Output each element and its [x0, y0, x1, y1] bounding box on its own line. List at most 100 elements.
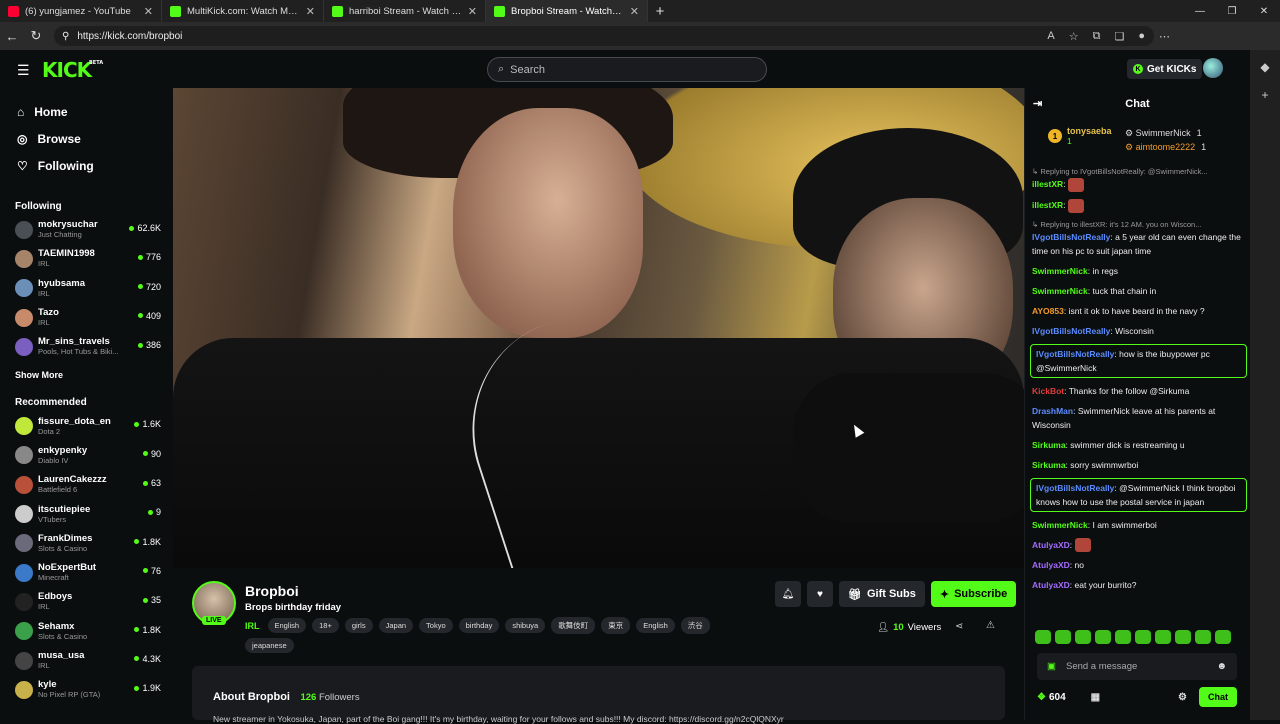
stream-tag[interactable]: 渋谷 — [680, 617, 710, 634]
chat-username[interactable]: Sirkuma — [1032, 460, 1066, 470]
nav-browse[interactable]: ◎ Browse — [0, 125, 173, 152]
read-aloud-icon[interactable]: A — [1047, 30, 1054, 43]
chat-username[interactable]: Sirkuma — [1032, 440, 1066, 450]
chat-username[interactable]: KickBot — [1032, 386, 1064, 396]
sidebar-channel[interactable]: Sehamx Slots & Casino 1.8K — [0, 617, 173, 646]
show-more-button[interactable]: Show More — [0, 365, 173, 385]
close-tab-icon[interactable]: ✕ — [630, 5, 639, 18]
gifter-name[interactable]: SwimmerNick — [1136, 128, 1191, 138]
chat-username[interactable]: SwimmerNick — [1032, 286, 1088, 296]
gift-icon[interactable]: ▦ — [1091, 692, 1100, 703]
collections-icon[interactable]: ❏ — [1114, 30, 1124, 43]
browser-tab-multikick[interactable]: MultiKick.com: Watch Multiple Str... ✕ — [162, 0, 324, 22]
emote-icon[interactable] — [1095, 630, 1111, 644]
browser-tab-bropboi[interactable]: Bropboi Stream - Watch Live... ✕ — [486, 0, 648, 22]
chat-username[interactable]: AYO853 — [1032, 306, 1064, 316]
kick-logo[interactable]: KICK BETA — [42, 58, 103, 82]
chat-settings-gear-icon[interactable]: ⚙ — [1178, 692, 1187, 703]
browser-tab-youtube[interactable]: (6) yungjamez - YouTube ✕ — [0, 0, 162, 22]
sidebar-channel[interactable]: NoExpertBut Minecraft 76 — [0, 558, 173, 587]
send-chat-button[interactable]: Chat — [1199, 687, 1237, 707]
sidebar-channel[interactable]: musa_usa IRL 4.3K — [0, 646, 173, 675]
sidebar-channel[interactable]: LaurenCakezzz Battlefield 6 63 — [0, 470, 173, 499]
emote-icon[interactable] — [1035, 630, 1051, 644]
maximize-icon[interactable]: ❐ — [1216, 0, 1248, 22]
chat-username[interactable]: IVgotBillsNotReally — [1036, 349, 1114, 359]
hamburger-menu-icon[interactable]: ☰ — [17, 62, 31, 79]
stream-tag[interactable]: English — [636, 618, 675, 633]
reload-icon[interactable]: ↻ — [24, 28, 48, 44]
chat-username[interactable]: AtulyaXD — [1032, 540, 1070, 550]
minimize-icon[interactable]: — — [1184, 0, 1216, 22]
stream-tag[interactable]: Tokyo — [419, 618, 453, 633]
collapse-chat-icon[interactable]: ⇥ — [1033, 97, 1042, 110]
stream-tag[interactable]: jeapanese — [245, 638, 294, 653]
chat-username[interactable]: DrashMan — [1032, 406, 1073, 416]
emote-icon[interactable] — [1155, 630, 1171, 644]
chat-input[interactable]: ▣ Send a message ☻ — [1037, 653, 1237, 680]
follow-heart-icon[interactable]: ♥ — [807, 581, 833, 607]
emote-icon[interactable] — [1175, 630, 1191, 644]
close-tab-icon[interactable]: ✕ — [144, 5, 153, 18]
notification-bell-icon[interactable]: 🔔︎ — [775, 581, 801, 607]
chat-username[interactable]: IVgotBillsNotReally — [1032, 326, 1110, 336]
sidebar-channel[interactable]: mokrysuchar Just Chatting 62.6K — [0, 215, 173, 244]
chat-username[interactable]: AtulyaXD — [1032, 560, 1070, 570]
chat-username[interactable]: IVgotBillsNotReally — [1032, 232, 1110, 242]
chat-username[interactable]: AtulyaXD — [1032, 580, 1070, 590]
stream-tag[interactable]: girls — [344, 618, 373, 633]
chat-username[interactable]: IVgotBillsNotReally — [1036, 483, 1114, 493]
emote-icon[interactable] — [1055, 630, 1071, 644]
user-avatar[interactable] — [1203, 58, 1223, 78]
report-icon[interactable]: ⚠ — [986, 620, 995, 631]
url-field[interactable]: ⚲ https://kick.com/bropboi A ☆ ⧉ ❏ ● ⋯ — [54, 26, 1170, 46]
back-icon[interactable]: ← — [0, 29, 24, 44]
close-tab-icon[interactable]: ✕ — [468, 5, 477, 18]
gifter-name[interactable]: aimtoome2222 — [1136, 142, 1196, 152]
stream-tag[interactable]: 東京 — [601, 617, 631, 634]
emote-icon[interactable] — [1115, 630, 1131, 644]
channel-name[interactable]: Bropboi — [245, 583, 299, 599]
site-info-icon[interactable]: ⚲ — [62, 31, 69, 42]
extensions-icon[interactable]: ⧉ — [1093, 30, 1101, 43]
chat-username[interactable]: illestXR — [1032, 200, 1063, 210]
sidebar-channel[interactable]: itscutiepiee VTubers 9 — [0, 499, 173, 528]
favorite-star-icon[interactable]: ☆ — [1069, 30, 1079, 43]
search-input[interactable]: ⌕ Search — [487, 57, 767, 82]
sidebar-channel[interactable]: fissure_dota_en Dota 2 1.6K — [0, 411, 173, 440]
nav-following[interactable]: ♡ Following — [0, 152, 173, 179]
stream-tag[interactable]: birthday — [458, 618, 500, 633]
new-tab-button[interactable]: + — [648, 3, 672, 20]
chat-username[interactable]: SwimmerNick — [1032, 266, 1088, 276]
chat-username[interactable]: SwimmerNick — [1032, 520, 1088, 530]
video-player[interactable] — [173, 88, 1024, 568]
more-menu-icon[interactable]: ⋯ — [1159, 30, 1170, 43]
get-kicks-button[interactable]: K Get KICKs — [1127, 59, 1203, 79]
nav-home[interactable]: ⌂ Home — [0, 98, 173, 125]
sidebar-channel[interactable]: Mr_sins_travels Pools, Hot Tubs & Biki...… — [0, 332, 173, 361]
sidebar-add-icon[interactable]: + — [1261, 88, 1268, 102]
emote-icon[interactable] — [1215, 630, 1231, 644]
stream-tag[interactable]: Japan — [378, 618, 414, 633]
category-link[interactable]: IRL — [245, 621, 260, 631]
subscribe-button[interactable]: ✦ Subscribe — [930, 581, 1017, 607]
close-window-icon[interactable]: ✕ — [1248, 0, 1280, 22]
emoji-picker-icon[interactable]: ☻ — [1216, 661, 1227, 672]
sidebar-channel[interactable]: Edboys IRL 35 — [0, 587, 173, 616]
sidebar-channel[interactable]: FrankDimes Slots & Casino 1.8K — [0, 529, 173, 558]
profile-icon[interactable]: ● — [1138, 30, 1145, 43]
chat-username[interactable]: illestXR — [1032, 179, 1063, 189]
close-tab-icon[interactable]: ✕ — [306, 5, 315, 18]
stream-tag[interactable]: 18+ — [312, 618, 339, 633]
sidebar-channel[interactable]: TAEMIN1998 IRL 776 — [0, 244, 173, 273]
browser-tab-harriboi[interactable]: harriboi Stream - Watch Live on K... ✕ — [324, 0, 486, 22]
channel-points[interactable]: ❖ 604 — [1037, 692, 1066, 703]
sidebar-channel[interactable]: hyubsama IRL 720 — [0, 274, 173, 303]
emote-icon[interactable] — [1195, 630, 1211, 644]
emote-icon[interactable] — [1075, 630, 1091, 644]
stream-tag[interactable]: 歌舞伎町 — [551, 617, 596, 634]
stream-tag[interactable]: English — [267, 618, 307, 633]
stream-tag[interactable]: shibuya — [505, 618, 546, 633]
copilot-icon[interactable]: ◆ — [1260, 60, 1269, 74]
sidebar-channel[interactable]: enkypenky Diablo IV 90 — [0, 441, 173, 470]
